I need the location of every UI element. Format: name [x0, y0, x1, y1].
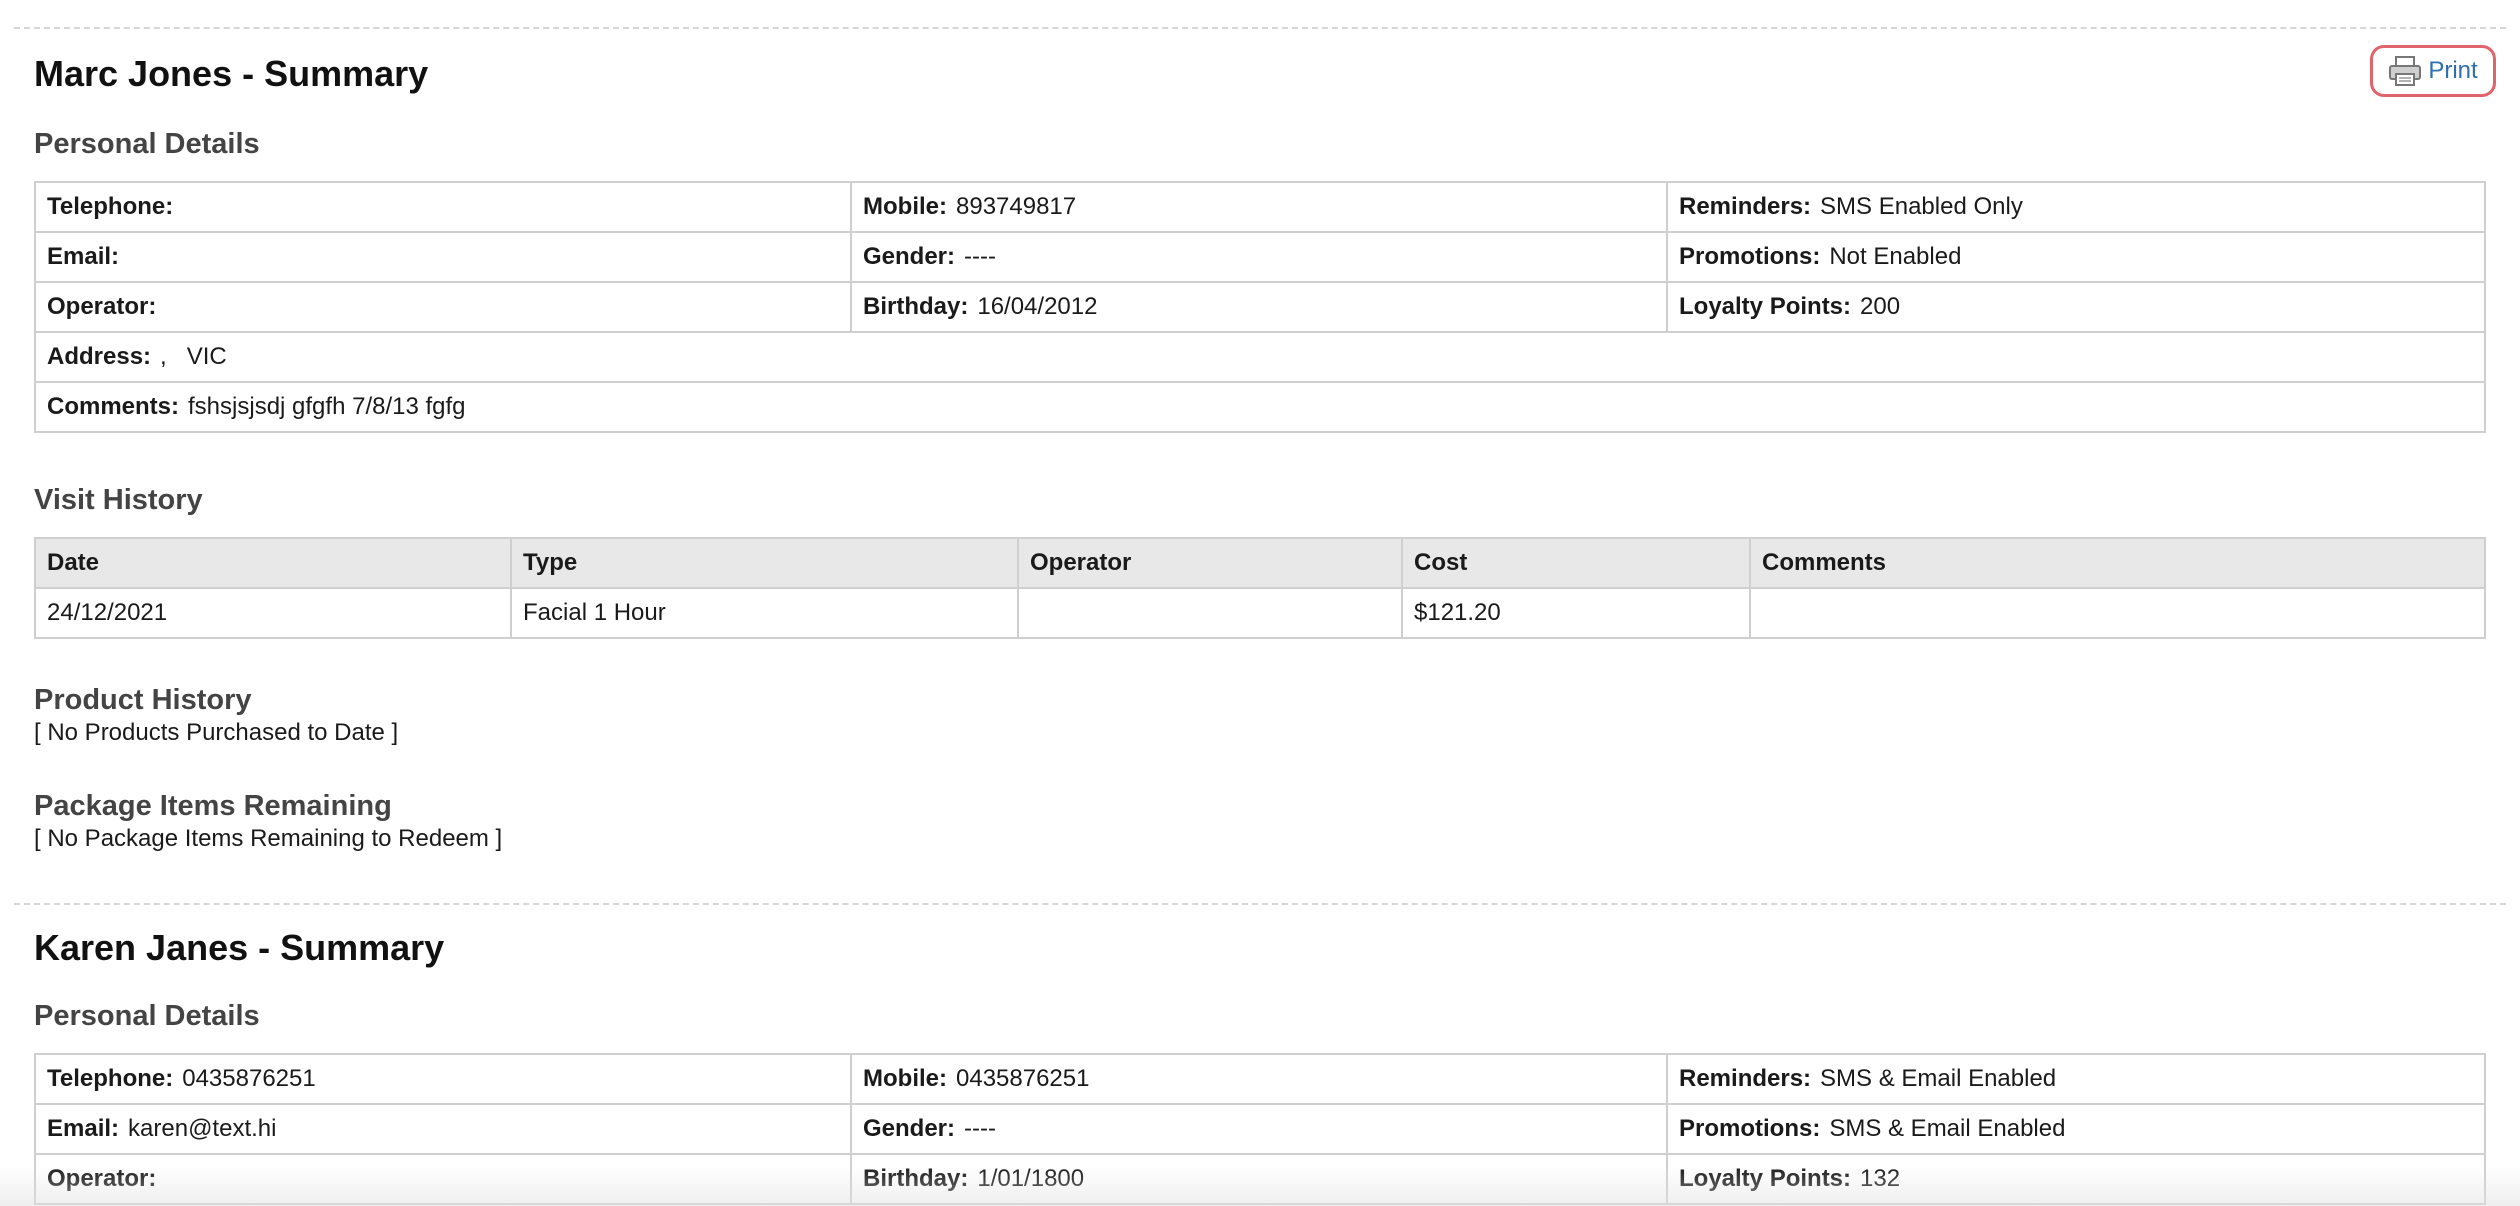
section-divider — [14, 903, 2506, 905]
loyalty-value: 132 — [1860, 1165, 1901, 1192]
reminders-label: Reminders: — [1679, 193, 1812, 220]
birthday-cell: Birthday: 1/01/1800 — [850, 1153, 1668, 1205]
address-label: Address: — [47, 343, 152, 370]
gender-cell: Gender: ---- — [850, 231, 1668, 283]
reminders-cell: Reminders: SMS & Email Enabled — [1666, 1053, 2486, 1105]
promotions-cell: Promotions: SMS & Email Enabled — [1666, 1103, 2486, 1155]
reminders-value: SMS Enabled Only — [1820, 193, 2023, 220]
printer-icon — [2388, 55, 2422, 87]
address-cell: Address: , VIC — [34, 331, 2486, 383]
operator-cell: Operator: — [34, 1153, 852, 1205]
table-row: Email: karen@text.hi Gender: ---- Promotio… — [34, 1103, 2486, 1155]
print-button[interactable]: Print — [2370, 45, 2496, 97]
section-divider — [14, 27, 2506, 29]
comments-label: Comments: — [47, 393, 180, 420]
table-row: Comments: fshsjsjsdj gfgfh 7/8/13 fgfg — [34, 381, 2486, 433]
loyalty-cell: Loyalty Points: 200 — [1666, 281, 2486, 333]
email-value: karen@text.hi — [128, 1115, 277, 1142]
mobile-cell: Mobile: 0435876251 — [850, 1053, 1668, 1105]
gender-label: Gender: — [863, 243, 956, 270]
comments-cell: Comments: fshsjsjsdj gfgfh 7/8/13 fgfg — [34, 381, 2486, 433]
telephone-cell: Telephone: — [34, 181, 852, 233]
operator-label: Operator: — [47, 293, 157, 320]
table-row: Telephone: 0435876251 Mobile: 0435876251 R… — [34, 1053, 2486, 1105]
table-row: Address: , VIC — [34, 331, 2486, 383]
promotions-value: SMS & Email Enabled — [1829, 1115, 2066, 1142]
comments-value: fshsjsjsdj gfgfh 7/8/13 fgfg — [188, 393, 466, 420]
promotions-value: Not Enabled — [1829, 243, 1962, 270]
mobile-label: Mobile: — [863, 1065, 947, 1092]
column-header-date: Date — [34, 537, 512, 589]
reminders-value: SMS & Email Enabled — [1820, 1065, 2057, 1092]
table-row: Telephone: Mobile: 893749817 Reminders: SM… — [34, 181, 2486, 233]
email-label: Email: — [47, 243, 120, 270]
table-header-row: Date Type Operator Cost Comments — [34, 537, 2486, 589]
loyalty-label: Loyalty Points: — [1679, 293, 1852, 320]
telephone-value: 0435876251 — [182, 1065, 316, 1092]
email-cell: Email: — [34, 231, 852, 283]
birthday-value: 1/01/1800 — [977, 1165, 1085, 1192]
visit-date: 24/12/2021 — [34, 587, 512, 639]
gender-value: ---- — [964, 243, 996, 270]
visit-comments — [1749, 587, 2486, 639]
column-header-comments: Comments — [1749, 537, 2486, 589]
birthday-label: Birthday: — [863, 293, 969, 320]
column-header-type: Type — [510, 537, 1019, 589]
package-items-title: Package Items Remaining — [34, 790, 392, 822]
operator-cell: Operator: — [34, 281, 852, 333]
personal-details-table: Telephone: Mobile: 893749817 Reminders: SM… — [34, 181, 2486, 433]
gender-label: Gender: — [863, 1115, 956, 1142]
promotions-label: Promotions: — [1679, 243, 1821, 270]
visit-operator — [1017, 587, 1403, 639]
print-label: Print — [2428, 57, 2478, 84]
mobile-value: 893749817 — [956, 193, 1077, 220]
visit-history-title: Visit History — [34, 484, 203, 516]
mobile-cell: Mobile: 893749817 — [850, 181, 1668, 233]
package-items-empty-note: [ No Package Items Remaining to Redeem ] — [34, 825, 503, 852]
promotions-cell: Promotions: Not Enabled — [1666, 231, 2486, 283]
personal-details-title: Personal Details — [34, 128, 260, 160]
personal-details-table: Telephone: 0435876251 Mobile: 0435876251 R… — [34, 1053, 2486, 1205]
birthday-value: 16/04/2012 — [977, 293, 1098, 320]
column-header-cost: Cost — [1401, 537, 1751, 589]
mobile-label: Mobile: — [863, 193, 947, 220]
gender-cell: Gender: ---- — [850, 1103, 1668, 1155]
table-row: Email: Gender: ---- Promotions: Not Enable… — [34, 231, 2486, 283]
reminders-label: Reminders: — [1679, 1065, 1812, 1092]
product-history-empty-note: [ No Products Purchased to Date ] — [34, 719, 399, 746]
table-row: Operator: Birthday: 1/01/1800 Loyalty Poi… — [34, 1153, 2486, 1205]
visit-type: Facial 1 Hour — [510, 587, 1019, 639]
birthday-cell: Birthday: 16/04/2012 — [850, 281, 1668, 333]
telephone-label: Telephone: — [47, 1065, 174, 1092]
mobile-value: 0435876251 — [956, 1065, 1090, 1092]
table-row: Operator: Birthday: 16/04/2012 Loyalty Po… — [34, 281, 2486, 333]
gender-value: ---- — [964, 1115, 996, 1142]
personal-details-title: Personal Details — [34, 1000, 260, 1032]
reminders-cell: Reminders: SMS Enabled Only — [1666, 181, 2486, 233]
telephone-label: Telephone: — [47, 193, 174, 220]
product-history-title: Product History — [34, 684, 252, 716]
address-value: , VIC — [160, 343, 227, 370]
column-header-operator: Operator — [1017, 537, 1403, 589]
operator-label: Operator: — [47, 1165, 157, 1192]
loyalty-value: 200 — [1860, 293, 1901, 320]
page-title: Karen Janes - Summary — [34, 927, 445, 968]
table-row: 24/12/2021 Facial 1 Hour $121.20 — [34, 587, 2486, 639]
birthday-label: Birthday: — [863, 1165, 969, 1192]
email-label: Email: — [47, 1115, 120, 1142]
visit-cost: $121.20 — [1401, 587, 1751, 639]
loyalty-cell: Loyalty Points: 132 — [1666, 1153, 2486, 1205]
page-title: Marc Jones - Summary — [34, 53, 429, 94]
loyalty-label: Loyalty Points: — [1679, 1165, 1852, 1192]
email-cell: Email: karen@text.hi — [34, 1103, 852, 1155]
promotions-label: Promotions: — [1679, 1115, 1821, 1142]
telephone-cell: Telephone: 0435876251 — [34, 1053, 852, 1105]
visit-history-table: Date Type Operator Cost Comments 24/12/2… — [34, 537, 2486, 639]
